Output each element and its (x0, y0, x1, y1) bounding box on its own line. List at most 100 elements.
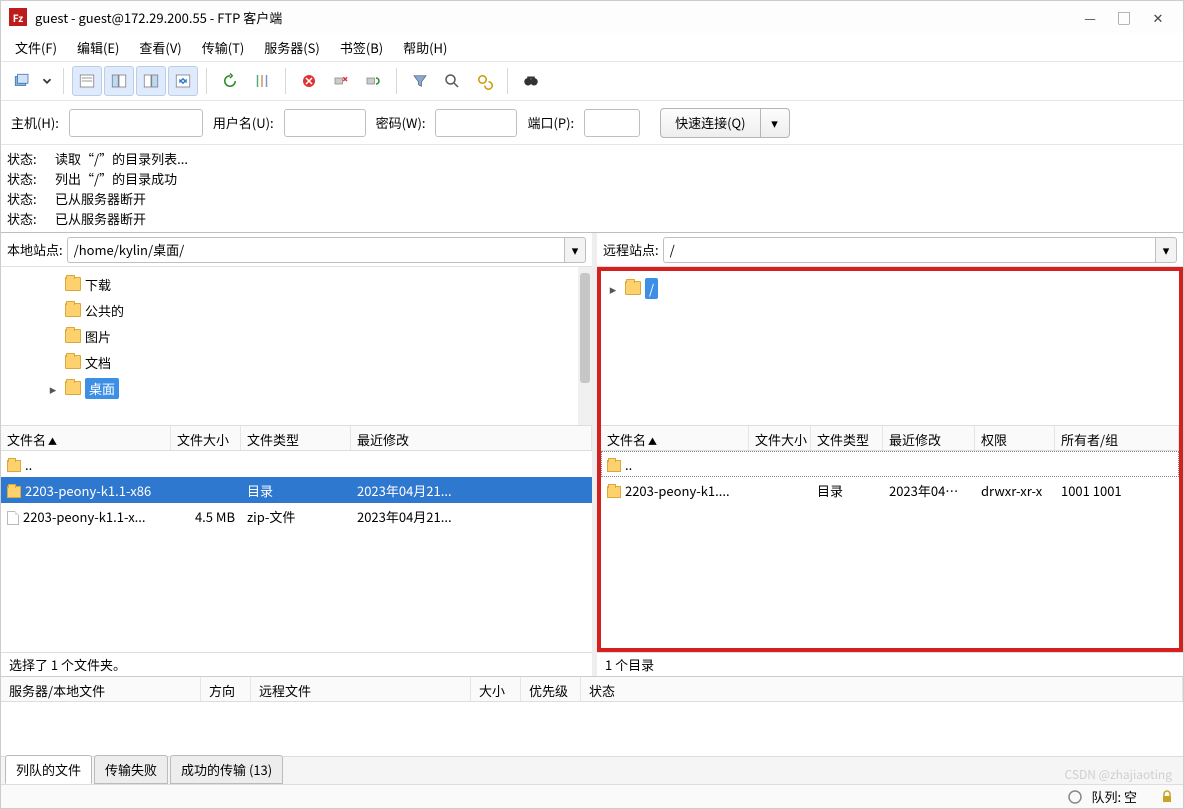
remote-columns: 文件名▲ 文件大小 文件类型 最近修改 权限 所有者/组 (601, 425, 1179, 451)
queue-empty-icon (1067, 789, 1083, 805)
user-label: 用户名(U): (209, 113, 278, 132)
col-type[interactable]: 文件类型 (241, 426, 351, 450)
search-button[interactable] (437, 66, 467, 96)
expander-icon[interactable]: ▸ (607, 279, 619, 298)
quickconnect-dropdown[interactable]: ▾ (761, 108, 790, 138)
col-size[interactable]: 大小 (471, 677, 521, 701)
list-item[interactable]: .. (1, 451, 592, 477)
user-input[interactable] (284, 109, 366, 137)
filter-button[interactable] (405, 66, 435, 96)
tree-root[interactable]: / (645, 278, 658, 299)
cancel-button[interactable] (294, 66, 324, 96)
col-remotefile[interactable]: 远程文件 (251, 677, 471, 701)
site-manager-dropdown[interactable] (39, 66, 55, 96)
statusbar: 队列: 空 (1, 784, 1183, 808)
log-line: 已从服务器断开 (55, 209, 146, 229)
toggle-log-button[interactable] (72, 66, 102, 96)
remote-filelist[interactable]: .. 2203-peony-k1.... 目录 2023年04月... drwx… (601, 451, 1179, 648)
status-label: 状态: (7, 149, 43, 169)
list-item[interactable]: 2203-peony-k1.... 目录 2023年04月... drwxr-x… (601, 477, 1179, 503)
remote-path-dropdown[interactable]: ▾ (1155, 237, 1177, 263)
remote-path-input[interactable] (663, 237, 1155, 263)
window-title: guest - guest@172.29.200.55 - FTP 客户端 (35, 8, 282, 27)
log-pane[interactable]: 状态:读取“/”的目录列表... 状态:列出“/”的目录成功 状态:已从服务器断… (1, 145, 1183, 233)
remote-path-label: 远程站点: (603, 240, 659, 259)
queue-columns: 服务器/本地文件 方向 远程文件 大小 优先级 状态 (1, 676, 1183, 702)
menu-server[interactable]: 服务器(S) (256, 34, 328, 61)
local-status: 选择了 1 个文件夹。 (1, 652, 592, 676)
tree-node-desktop[interactable]: 桌面 (85, 378, 119, 399)
log-line: 读取“/”的目录列表... (55, 149, 188, 169)
col-size[interactable]: 文件大小 (749, 426, 811, 450)
list-item[interactable]: 2203-peony-k1.1-x86 目录 2023年04月21... (1, 477, 592, 503)
pass-input[interactable] (435, 109, 517, 137)
disconnect-button[interactable] (326, 66, 356, 96)
col-name[interactable]: 文件名▲ (601, 426, 749, 450)
list-item[interactable]: 2203-peony-k1.1-x... 4.5 MB zip-文件 2023年… (1, 503, 592, 529)
lock-icon (1159, 789, 1175, 805)
compare-button[interactable] (469, 66, 499, 96)
main-split: 本地站点: ▾ 下载 公共的 图片 文档 ▸桌面 文件名▲ 文件大小 文件类型 (1, 233, 1183, 676)
col-status[interactable]: 状态 (581, 677, 1183, 701)
expander-icon[interactable]: ▸ (47, 379, 59, 398)
tab-queued[interactable]: 列队的文件 (5, 755, 92, 784)
log-line: 列出“/”的目录成功 (55, 169, 177, 189)
quickconnect-button[interactable]: 快速连接(Q) (660, 108, 760, 138)
col-priority[interactable]: 优先级 (521, 677, 581, 701)
tab-success[interactable]: 成功的传输 (13) (170, 755, 283, 784)
list-item[interactable]: .. (601, 451, 1179, 477)
pass-label: 密码(W): (372, 113, 430, 132)
remote-status: 1 个目录 (597, 652, 1183, 676)
toggle-queue-button[interactable] (168, 66, 198, 96)
local-tree[interactable]: 下载 公共的 图片 文档 ▸桌面 (1, 267, 592, 425)
folder-icon (7, 460, 21, 472)
menu-bookmarks[interactable]: 书签(B) (332, 34, 391, 61)
port-input[interactable] (584, 109, 640, 137)
reconnect-button[interactable] (358, 66, 388, 96)
local-filelist[interactable]: .. 2203-peony-k1.1-x86 目录 2023年04月21... … (1, 451, 592, 652)
menu-transfer[interactable]: 传输(T) (194, 34, 253, 61)
tab-failed[interactable]: 传输失败 (94, 755, 168, 784)
refresh-button[interactable] (215, 66, 245, 96)
toolbar (1, 61, 1183, 101)
col-serverfile[interactable]: 服务器/本地文件 (1, 677, 201, 701)
file-icon (7, 511, 19, 525)
titlebar: guest - guest@172.29.200.55 - FTP 客户端 — … (1, 1, 1183, 33)
log-line: 已从服务器断开 (55, 189, 146, 209)
col-dir[interactable]: 方向 (201, 677, 251, 701)
local-path-label: 本地站点: (7, 240, 63, 259)
scrollbar[interactable] (578, 267, 592, 425)
folder-icon (7, 486, 21, 498)
col-type[interactable]: 文件类型 (811, 426, 883, 450)
process-queue-button[interactable] (247, 66, 277, 96)
remote-tree[interactable]: ▸/ (597, 267, 1183, 425)
local-path-input[interactable] (67, 237, 564, 263)
remote-panel: 远程站点: ▾ ▸/ 文件名▲ 文件大小 文件类型 最近修改 权限 所有者/组 (597, 233, 1183, 676)
maximize-button[interactable]: ▢ (1107, 5, 1141, 29)
col-modified[interactable]: 最近修改 (883, 426, 975, 450)
site-manager-button[interactable] (7, 66, 37, 96)
quickconnect-bar: 主机(H): 用户名(U): 密码(W): 端口(P): 快速连接(Q) ▾ (1, 101, 1183, 145)
col-owner[interactable]: 所有者/组 (1055, 426, 1179, 450)
menubar: 文件(F) 编辑(E) 查看(V) 传输(T) 服务器(S) 书签(B) 帮助(… (1, 33, 1183, 61)
minimize-button[interactable]: — (1073, 5, 1107, 29)
col-size[interactable]: 文件大小 (171, 426, 241, 450)
menu-edit[interactable]: 编辑(E) (69, 34, 127, 61)
col-name[interactable]: 文件名▲ (1, 426, 171, 450)
queue-status: 队列: 空 (1091, 787, 1137, 806)
queue-body[interactable] (1, 702, 1183, 756)
col-modified[interactable]: 最近修改 (351, 426, 592, 450)
menu-view[interactable]: 查看(V) (131, 34, 189, 61)
binoculars-icon[interactable] (516, 66, 546, 96)
folder-icon (607, 486, 621, 498)
toggle-remote-tree-button[interactable] (136, 66, 166, 96)
toggle-local-tree-button[interactable] (104, 66, 134, 96)
host-input[interactable] (69, 109, 203, 137)
menu-file[interactable]: 文件(F) (7, 34, 65, 61)
local-path-dropdown[interactable]: ▾ (564, 237, 586, 263)
close-button[interactable]: ✕ (1141, 5, 1175, 29)
col-perm[interactable]: 权限 (975, 426, 1055, 450)
menu-help[interactable]: 帮助(H) (395, 34, 455, 61)
app-window: guest - guest@172.29.200.55 - FTP 客户端 — … (0, 0, 1184, 809)
port-label: 端口(P): (523, 113, 578, 132)
